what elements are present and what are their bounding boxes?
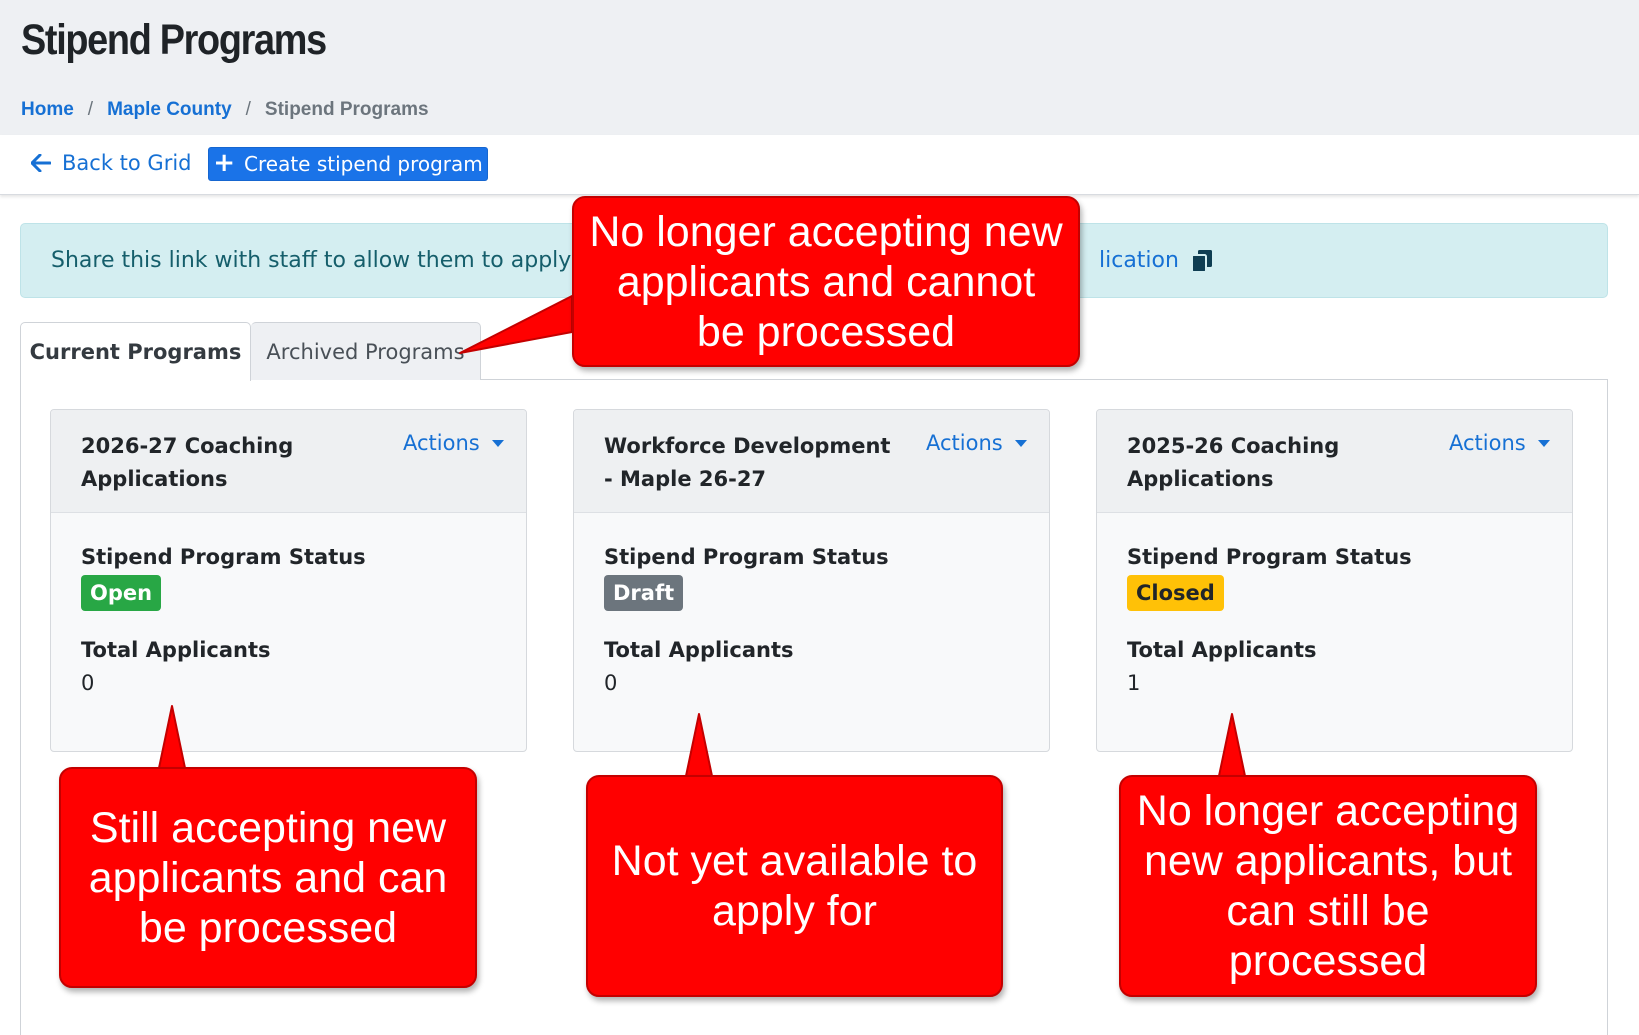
program-title: 2026-27 Coaching Applications bbox=[81, 434, 294, 491]
applicants-label: Total Applicants bbox=[81, 638, 271, 662]
actions-label: Actions bbox=[403, 431, 480, 455]
application-link-label: lication bbox=[1099, 248, 1179, 273]
program-card: 2026-27 Coaching Applications Actions St… bbox=[50, 409, 527, 752]
actions-label: Actions bbox=[1449, 431, 1526, 455]
program-title: Workforce Development - Maple 26-27 bbox=[604, 434, 891, 491]
page-title: Stipend Programs bbox=[21, 16, 327, 64]
create-stipend-program-button[interactable]: + Create stipend program bbox=[208, 147, 488, 181]
application-link[interactable]: lication bbox=[1099, 248, 1213, 273]
applicants-label: Total Applicants bbox=[1127, 638, 1317, 662]
breadcrumb-home-link[interactable]: Home bbox=[21, 99, 74, 121]
callout-draft-status: Not yet available to apply for bbox=[586, 775, 1003, 997]
program-card: Workforce Development - Maple 26-27 Acti… bbox=[573, 409, 1050, 752]
tab-archived-programs[interactable]: Archived Programs bbox=[251, 322, 481, 380]
caret-down-icon bbox=[1537, 439, 1550, 447]
back-to-grid-label: Back to Grid bbox=[62, 151, 192, 175]
applicants-label: Total Applicants bbox=[604, 638, 794, 662]
caret-down-icon bbox=[1014, 439, 1027, 447]
tab-current-programs[interactable]: Current Programs bbox=[20, 322, 251, 381]
breadcrumb-county-link[interactable]: Maple County bbox=[107, 99, 232, 121]
actions-label: Actions bbox=[926, 431, 1003, 455]
breadcrumb: Home / Maple County / Stipend Programs bbox=[21, 99, 429, 121]
breadcrumb-current: Stipend Programs bbox=[264, 99, 429, 120]
card-header: 2026-27 Coaching Applications Actions bbox=[51, 410, 526, 513]
status-badge: Closed bbox=[1127, 575, 1224, 611]
toolbar: Back to Grid + Create stipend program bbox=[0, 135, 1639, 195]
arrow-left-icon bbox=[31, 154, 51, 172]
create-button-label: Create stipend program bbox=[244, 152, 483, 176]
applicants-count: 1 bbox=[1127, 671, 1141, 695]
breadcrumb-separator: / bbox=[245, 99, 251, 120]
caret-down-icon bbox=[491, 439, 504, 447]
applicants-count: 0 bbox=[81, 671, 95, 695]
back-to-grid-link[interactable]: Back to Grid bbox=[31, 151, 192, 175]
status-badge: Draft bbox=[604, 575, 684, 611]
card-header: 2025-26 Coaching Applications Actions bbox=[1097, 410, 1572, 513]
callout-open-status: Still accepting new applicants and can b… bbox=[59, 767, 477, 988]
status-badge: Open bbox=[81, 575, 162, 611]
page-header: Stipend Programs Home / Maple County / S… bbox=[0, 0, 1639, 135]
program-title: 2025-26 Coaching Applications bbox=[1127, 434, 1340, 491]
actions-dropdown[interactable]: Actions bbox=[926, 431, 1027, 455]
actions-dropdown[interactable]: Actions bbox=[1449, 431, 1550, 455]
callout-closed-status: No longer accepting new applicants, but … bbox=[1119, 775, 1537, 997]
share-link-text: Share this link with staff to allow them… bbox=[51, 248, 600, 273]
copy-icon[interactable] bbox=[1190, 249, 1213, 273]
actions-dropdown[interactable]: Actions bbox=[403, 431, 504, 455]
status-label: Stipend Program Status bbox=[81, 545, 366, 569]
status-label: Stipend Program Status bbox=[1127, 545, 1412, 569]
card-header: Workforce Development - Maple 26-27 Acti… bbox=[574, 410, 1049, 513]
status-label: Stipend Program Status bbox=[604, 545, 889, 569]
plus-icon: + bbox=[213, 147, 236, 178]
callout-archived-programs: No longer accepting new applicants and c… bbox=[572, 196, 1080, 367]
breadcrumb-separator: / bbox=[87, 99, 94, 120]
applicants-count: 0 bbox=[604, 671, 618, 695]
program-card: 2025-26 Coaching Applications Actions St… bbox=[1096, 409, 1573, 752]
